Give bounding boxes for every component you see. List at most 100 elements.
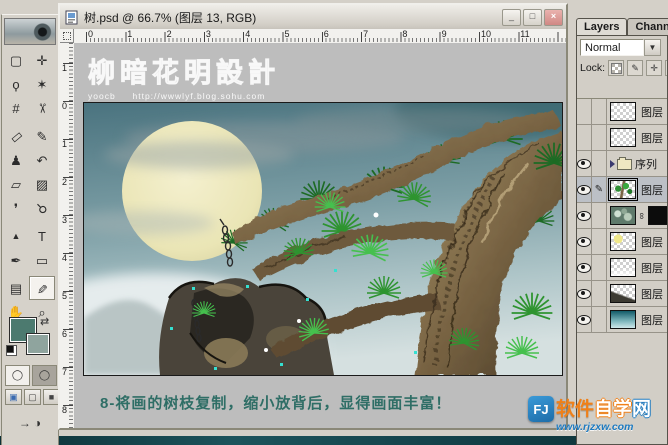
path-selection-tool-icon[interactable]: ▲ <box>3 224 29 248</box>
notes-tool-icon[interactable]: ▤ <box>3 276 29 300</box>
layer-name[interactable]: 图层 <box>638 182 663 198</box>
layer-thumbnail[interactable] <box>610 180 636 199</box>
layer-name[interactable]: 图层 <box>638 260 663 276</box>
fullscreen-with-menu-button[interactable]: ▢ <box>24 389 41 405</box>
layer-group-name[interactable]: 序列 <box>632 156 657 172</box>
lock-position-button[interactable]: ✛ <box>646 60 662 76</box>
type-tool-icon[interactable]: T <box>29 224 55 248</box>
layer-group-row[interactable]: 序列 <box>577 151 667 177</box>
visibility-toggle[interactable] <box>577 203 592 228</box>
vertical-ruler[interactable]: 1012345678 <box>60 43 75 428</box>
layer-thumbnail[interactable] <box>610 284 636 303</box>
document-window: 树.psd @ 66.7% (图层 13, RGB) _ □ × 0123456… <box>58 3 568 430</box>
photoshop-toolbox-art <box>4 18 56 45</box>
document-icon <box>65 10 80 25</box>
ruler-origin-box[interactable] <box>60 29 74 43</box>
layer-row-selected[interactable]: ✎ 图层 <box>577 177 667 203</box>
ruler-v-number: 0 <box>60 101 67 139</box>
layer-thumbnail[interactable] <box>610 258 636 277</box>
layer-row[interactable]: 图层 <box>577 255 667 281</box>
visibility-toggle[interactable] <box>577 255 592 280</box>
layer-row[interactable]: 图层 <box>577 307 667 333</box>
visibility-toggle[interactable] <box>577 229 592 254</box>
tab-channels[interactable]: Channe <box>627 18 668 35</box>
visibility-toggle[interactable] <box>577 99 592 124</box>
canvas-artwork[interactable] <box>83 102 563 376</box>
pen-tool-icon[interactable]: ✒ <box>3 248 29 272</box>
swap-colors-icon[interactable]: ⇄ <box>40 315 49 328</box>
jump-to-imageready-button[interactable]: → ◑ <box>8 411 52 435</box>
layer-thumbnail[interactable] <box>610 128 636 147</box>
lock-paint-button[interactable]: ✎ <box>627 60 643 76</box>
horizontal-ruler[interactable]: 01234567891011 <box>74 29 566 44</box>
visibility-toggle[interactable] <box>577 125 592 150</box>
layer-name[interactable]: 图层 <box>638 234 663 250</box>
background-color-swatch[interactable] <box>26 333 50 355</box>
ruler-v-number: 1 <box>60 63 67 101</box>
visibility-toggle[interactable] <box>577 307 592 332</box>
layer-mask-thumbnail[interactable] <box>648 206 668 225</box>
burn-tool-icon[interactable]: ⚲ <box>29 196 55 220</box>
lasso-tool-icon[interactable]: ϙ <box>3 72 29 96</box>
default-colors-icon[interactable] <box>6 345 17 356</box>
ruler-h-number: 1 <box>125 29 164 39</box>
healing-brush-tool-icon[interactable]: ▭ <box>3 124 29 148</box>
layer-thumbnail[interactable] <box>610 206 636 225</box>
gradient-tool-icon[interactable]: ▨ <box>29 172 55 196</box>
crop-tool-icon[interactable]: # <box>3 96 29 120</box>
standard-mode-button[interactable]: ◯ <box>5 365 30 386</box>
tab-layers[interactable]: Layers <box>576 18 627 35</box>
layer-row[interactable]: 图层 <box>577 229 667 255</box>
ruler-h-number: 2 <box>165 29 204 39</box>
layer-name[interactable]: 图层 <box>638 312 663 328</box>
layer-name[interactable]: 图层 <box>638 104 663 120</box>
eyedropper-tool-icon[interactable]: ✐ <box>29 276 55 300</box>
layer-thumbnail[interactable] <box>610 310 636 329</box>
expand-triangle-icon[interactable] <box>610 160 615 168</box>
tool-grid: ▢ ✛ ϙ ✶ # ✂ <box>3 48 57 324</box>
bottom-strip <box>0 436 668 445</box>
layer-thumbnail[interactable] <box>610 232 636 251</box>
chevron-down-icon[interactable]: ▼ <box>644 39 661 56</box>
blend-mode-select[interactable]: Normal <box>580 39 644 56</box>
ruler-h-number: 10 <box>479 29 518 39</box>
visibility-toggle[interactable] <box>577 177 592 202</box>
horizontal-ruler-numbers: 01234567891011 <box>86 29 558 39</box>
maximize-button[interactable]: □ <box>523 9 542 26</box>
blur-tool-icon[interactable]: ❜ <box>3 196 29 220</box>
ruler-h-number: 8 <box>400 29 439 39</box>
layer-row[interactable]: 图层 <box>577 281 667 307</box>
eraser-tool-icon[interactable]: ▱ <box>3 172 29 196</box>
lock-label: Lock: <box>580 62 605 74</box>
layer-name[interactable]: 图层 <box>638 130 663 146</box>
layer-row[interactable]: 图层 <box>577 99 667 125</box>
quick-mask-mode-button[interactable]: ◯ <box>32 365 57 386</box>
close-button[interactable]: × <box>544 9 563 26</box>
brush-tool-icon[interactable]: ✎ <box>29 124 55 148</box>
layer-name[interactable]: 图层 <box>638 286 663 302</box>
lock-row: Lock: ✎ ✛ <box>580 60 667 76</box>
layer-row-with-mask[interactable]: ∞ <box>577 203 667 229</box>
rect-marquee-tool-icon[interactable]: ▢ <box>3 48 29 72</box>
visibility-toggle[interactable] <box>577 151 592 176</box>
history-brush-tool-icon[interactable]: ↶ <box>29 148 55 172</box>
document-titlebar[interactable]: 树.psd @ 66.7% (图层 13, RGB) _ □ × <box>60 5 566 30</box>
shape-tool-icon[interactable]: ▭ <box>29 248 55 272</box>
move-tool-icon[interactable]: ✛ <box>29 48 55 72</box>
ruler-h-number: 11 <box>518 29 557 39</box>
toolbox-palette: ▢ ✛ ϙ ✶ # ✂ <box>1 14 59 445</box>
slice-tool-icon[interactable]: ✂ <box>29 96 55 120</box>
standard-screen-mode-button[interactable]: ▣ <box>5 389 22 405</box>
visibility-toggle[interactable] <box>577 281 592 306</box>
clone-stamp-tool-icon[interactable]: ♟ <box>3 148 29 172</box>
magic-wand-tool-icon[interactable]: ✶ <box>29 72 55 96</box>
layer-thumbnail[interactable] <box>610 102 636 121</box>
designer-credit: yoocb <box>88 91 116 101</box>
mask-link-icon[interactable]: ∞ <box>637 212 647 220</box>
layer-row[interactable]: 图层 <box>577 125 667 151</box>
lock-transparency-button[interactable] <box>608 60 624 76</box>
ruler-h-number: 5 <box>282 29 321 39</box>
layers-list: 图层 图层 序列 <box>577 98 667 333</box>
canvas-work-area[interactable]: 柳暗花明設計 yoocb http://wwwlyf.blog.sohu.com <box>74 43 566 428</box>
minimize-button[interactable]: _ <box>502 9 521 26</box>
